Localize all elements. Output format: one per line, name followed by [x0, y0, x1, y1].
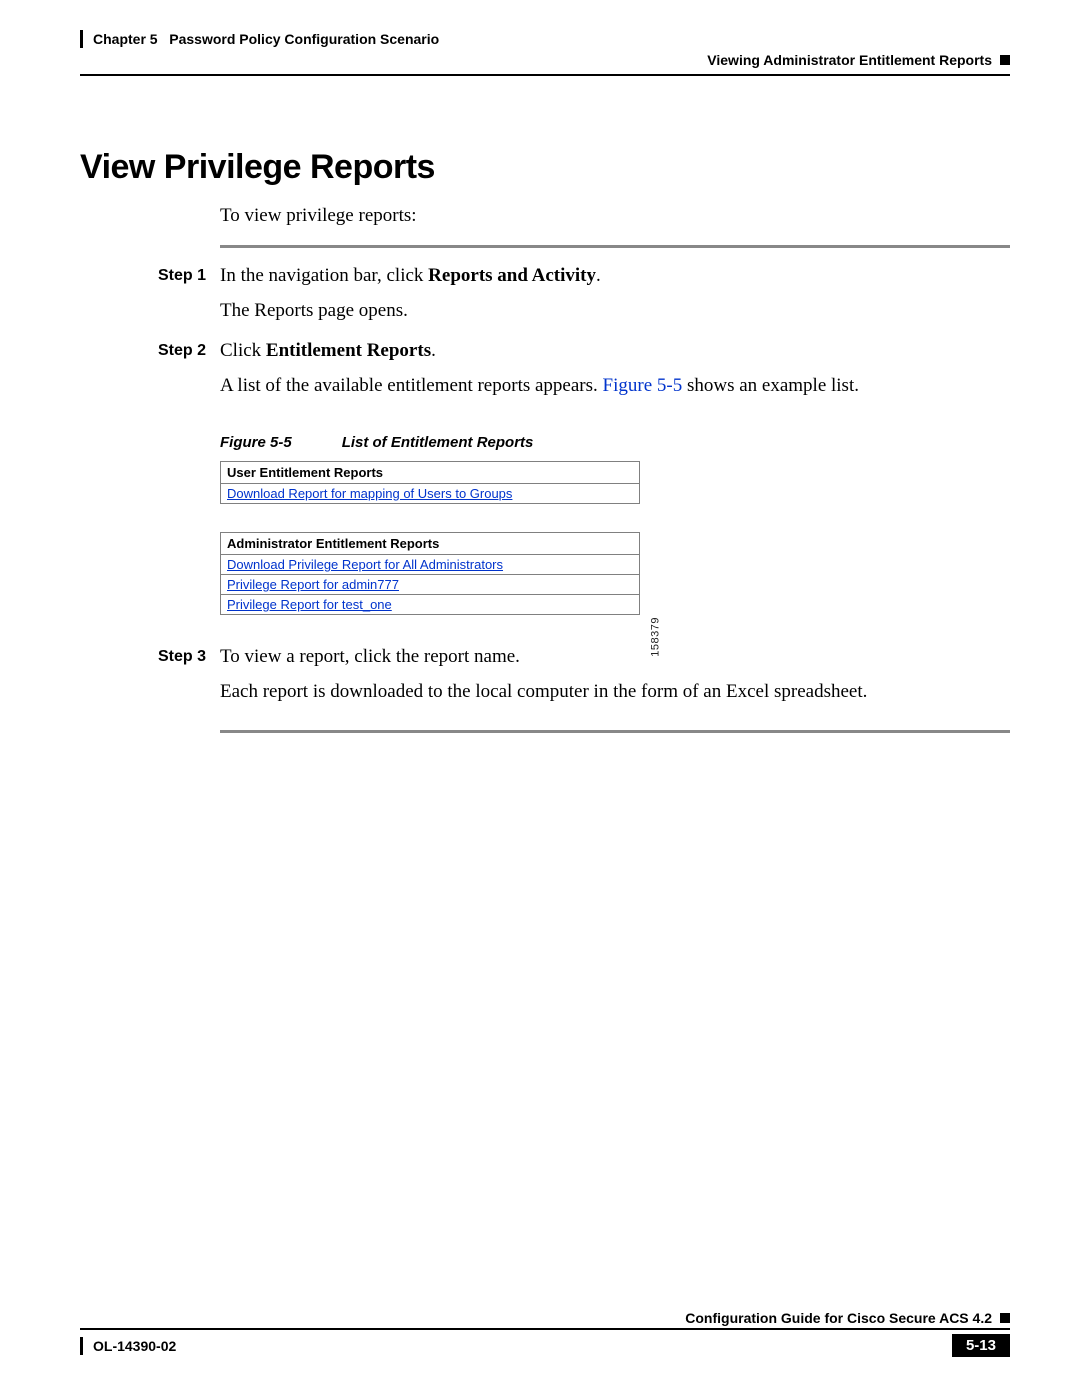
admin-reports-header: Administrator Entitlement Reports: [221, 533, 640, 555]
report-link[interactable]: Privilege Report for admin777: [227, 577, 399, 592]
steps-start-rule: [220, 245, 1010, 248]
page-header: Chapter 5 Password Policy Configuration …: [80, 30, 1010, 78]
section-right: Viewing Administrator Entitlement Report…: [707, 52, 992, 68]
step3-line2: Each report is downloaded to the local c…: [220, 678, 1010, 707]
figure-crossref-link[interactable]: Figure 5-5: [603, 375, 683, 396]
steps-end-rule: [220, 730, 1010, 733]
step-body: To view a report, click the report name.…: [220, 643, 1010, 712]
step-row: Step 1 In the navigation bar, click Repo…: [80, 262, 1010, 331]
header-left: Chapter 5 Password Policy Configuration …: [80, 30, 1010, 48]
page-title: View Privilege Reports: [80, 148, 1010, 187]
report-link[interactable]: Download Privilege Report for All Admini…: [227, 557, 503, 572]
header-rule: [80, 74, 1010, 76]
report-link[interactable]: Download Report for mapping of Users to …: [227, 486, 512, 501]
report-link[interactable]: Privilege Report for test_one: [227, 597, 392, 612]
step1-text-post: .: [596, 265, 601, 286]
table-row: Download Report for mapping of Users to …: [221, 484, 640, 504]
step-body: In the navigation bar, click Reports and…: [220, 262, 1010, 331]
page-number-badge: 5-13: [952, 1334, 1010, 1357]
footer-top: Configuration Guide for Cisco Secure ACS…: [80, 1310, 1010, 1326]
step-row: Step 2 Click Entitlement Reports. A list…: [80, 337, 1010, 406]
table-row: Privilege Report for admin777: [221, 575, 640, 595]
header-right: Viewing Administrator Entitlement Report…: [707, 52, 1010, 68]
table-row: Download Privilege Report for All Admini…: [221, 555, 640, 575]
footer-rule: [80, 1328, 1010, 1330]
page-footer: Configuration Guide for Cisco Secure ACS…: [80, 1310, 1010, 1357]
chapter-title: Password Policy Configuration Scenario: [169, 31, 439, 47]
header-tick-icon: [80, 30, 83, 48]
figure-number: Figure 5-5: [220, 434, 292, 451]
figure-title: List of Entitlement Reports: [342, 434, 534, 451]
step2-line2-pre: A list of the available entitlement repo…: [220, 375, 603, 396]
table-row: Privilege Report for test_one: [221, 595, 640, 615]
step3-line1: To view a report, click the report name.: [220, 643, 1010, 672]
footer-square-icon: [1000, 1313, 1010, 1323]
footer-bottom: OL-14390-02 5-13: [80, 1334, 1010, 1357]
intro-text: To view privilege reports:: [220, 205, 1010, 227]
footer-guide-title: Configuration Guide for Cisco Secure ACS…: [685, 1310, 992, 1326]
step2-text-bold: Entitlement Reports: [266, 340, 431, 361]
chapter-label: Chapter 5: [93, 31, 158, 47]
user-reports-header: User Entitlement Reports: [221, 462, 640, 484]
step1-text-pre: In the navigation bar, click: [220, 265, 428, 286]
figure-image-id: 158379: [650, 617, 662, 657]
step2-text-post: .: [431, 340, 436, 361]
header-square-icon: [1000, 55, 1010, 65]
page: Chapter 5 Password Policy Configuration …: [0, 0, 1080, 1397]
figure-table-admin-reports: Administrator Entitlement Reports Downlo…: [220, 532, 640, 615]
step1-text-bold: Reports and Activity: [428, 265, 596, 286]
footer-doc-id: OL-14390-02: [93, 1338, 176, 1354]
footer-left: OL-14390-02: [80, 1337, 176, 1355]
figure-caption: Figure 5-5 List of Entitlement Reports: [220, 434, 1010, 451]
step-body: Click Entitlement Reports. A list of the…: [220, 337, 1010, 406]
step-label: Step 3: [80, 643, 220, 712]
figure-table-user-reports: User Entitlement Reports Download Report…: [220, 461, 640, 504]
step1-line2: The Reports page opens.: [220, 297, 1010, 326]
step2-text-pre: Click: [220, 340, 266, 361]
step2-line2-post: shows an example list.: [682, 375, 859, 396]
step-label: Step 1: [80, 262, 220, 331]
footer-tick-icon: [80, 1337, 83, 1355]
step-row: Step 3 To view a report, click the repor…: [80, 643, 1010, 712]
step-label: Step 2: [80, 337, 220, 406]
